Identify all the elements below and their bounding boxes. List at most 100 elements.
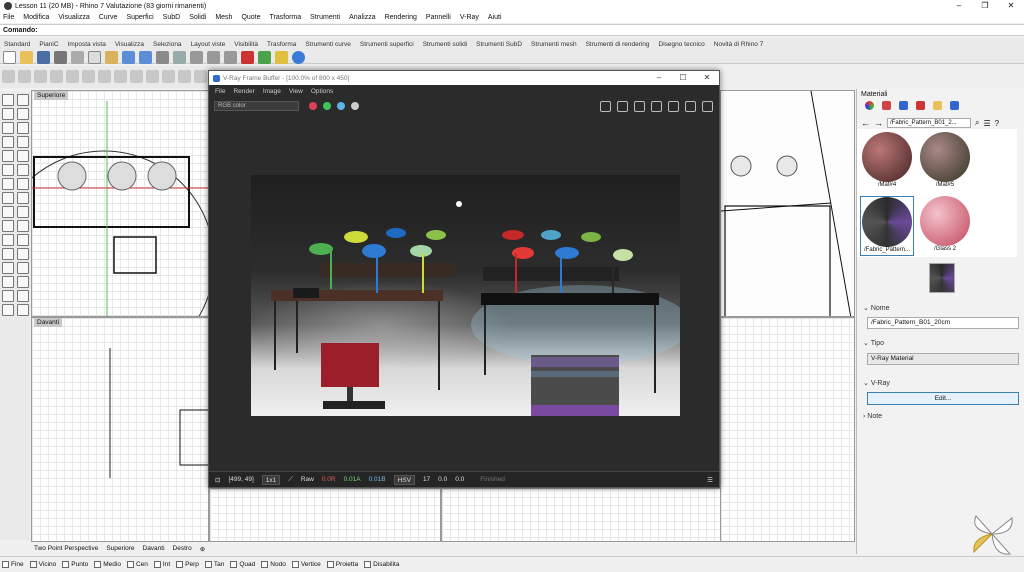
viewport-top-label[interactable]: Superiore: [34, 91, 69, 100]
color-picker-icon[interactable]: ⟋: [288, 476, 293, 484]
select-icon[interactable]: [2, 70, 15, 83]
tool-join-icon[interactable]: [2, 220, 14, 232]
textures-tab-icon[interactable]: [899, 101, 908, 110]
tool-array-icon[interactable]: [2, 262, 14, 274]
text-icon[interactable]: [130, 70, 143, 83]
tool-arc-icon[interactable]: [2, 136, 14, 148]
tool-line-icon[interactable]: [2, 108, 14, 120]
light-icon[interactable]: [275, 51, 288, 64]
snap-vertice[interactable]: Vertice: [291, 561, 321, 568]
checkbox[interactable]: [261, 561, 269, 568]
forward-icon[interactable]: →: [874, 118, 883, 128]
tool-dimension-icon[interactable]: [2, 276, 14, 288]
material-thumb-selected[interactable]: /Fabric_Pattern...: [860, 196, 914, 256]
layer-icon[interactable]: [258, 51, 271, 64]
tab-seleziona[interactable]: Seleziona: [153, 41, 182, 48]
tab-visibilita[interactable]: Visibilità: [234, 41, 258, 48]
raw-mode[interactable]: Raw: [301, 476, 314, 483]
paint-tab-icon[interactable]: [916, 101, 925, 110]
vfb-lock-icon[interactable]: ⊡: [215, 476, 220, 484]
snap-proietta[interactable]: Proietta: [326, 561, 358, 568]
curve-icon[interactable]: [50, 70, 63, 83]
tool-hatch-icon[interactable]: [2, 290, 14, 302]
back-icon[interactable]: ←: [861, 118, 870, 128]
menu-quote[interactable]: Quote: [241, 14, 260, 21]
alpha-channel-icon[interactable]: [351, 102, 359, 110]
print-icon[interactable]: [54, 51, 67, 64]
menu-subd[interactable]: SubD: [163, 14, 181, 21]
minimize-icon[interactable]: –: [946, 0, 972, 12]
menu-solidi[interactable]: Solidi: [189, 14, 206, 21]
tool-boolean-icon[interactable]: [2, 192, 14, 204]
checkbox[interactable]: [29, 561, 37, 568]
snap-vicino[interactable]: Vicino: [29, 561, 56, 568]
checkbox[interactable]: [126, 561, 134, 568]
tool-polyline-icon[interactable]: [17, 108, 29, 120]
command-line[interactable]: Comando:: [0, 24, 1024, 36]
point-icon[interactable]: [18, 70, 31, 83]
vfb-menu-options[interactable]: Options: [311, 88, 333, 95]
tab-two-point-perspective[interactable]: Two Point Perspective: [34, 545, 98, 552]
snap-cen[interactable]: Cen: [126, 561, 148, 568]
tool-circle-icon[interactable]: [17, 122, 29, 134]
snap-int[interactable]: Int: [153, 561, 170, 568]
vfb-menu-render[interactable]: Render: [233, 88, 254, 95]
vfb-minimize-icon[interactable]: –: [647, 71, 671, 85]
rectangle-icon[interactable]: [98, 70, 111, 83]
material-thumb[interactable]: /Glass 2: [918, 196, 972, 256]
tab-disegno-tecnico[interactable]: Disegno tecnico: [659, 41, 705, 48]
menu-vray[interactable]: V-Ray: [460, 14, 479, 21]
open-folder-icon[interactable]: [20, 51, 33, 64]
menu-pannelli[interactable]: Pannelli: [426, 14, 451, 21]
stop-render-icon[interactable]: [685, 101, 696, 112]
tool-split-icon[interactable]: [17, 206, 29, 218]
tool-explode-icon[interactable]: [17, 220, 29, 232]
environment-tab-icon[interactable]: [882, 101, 891, 110]
tab-strumenti-solidi[interactable]: Strumenti solidi: [423, 41, 467, 48]
mesh-icon[interactable]: [178, 70, 191, 83]
save-image-icon[interactable]: [600, 101, 611, 112]
snap-medio[interactable]: Medio: [94, 561, 121, 568]
rotate-view-icon[interactable]: [173, 51, 186, 64]
zoom-icon[interactable]: [190, 51, 203, 64]
tab-strumenti-subd[interactable]: Strumenti SubD: [476, 41, 522, 48]
zoom-extents-icon[interactable]: [224, 51, 237, 64]
menu-file[interactable]: File: [3, 14, 14, 21]
tool-mirror-icon[interactable]: [17, 248, 29, 260]
help-icon[interactable]: [292, 51, 305, 64]
rendered-view-icon[interactable]: [241, 51, 254, 64]
circle-icon[interactable]: [66, 70, 79, 83]
edit-button[interactable]: Edit...: [867, 392, 1019, 405]
checkbox[interactable]: [364, 561, 372, 568]
redo-icon[interactable]: [139, 51, 152, 64]
menu-trasforma[interactable]: Trasforma: [270, 14, 302, 21]
new-file-icon[interactable]: [3, 51, 16, 64]
vfb-title-bar[interactable]: V-Ray Frame Buffer - [100.0% of 800 x 45…: [209, 71, 719, 85]
checkbox[interactable]: [230, 561, 238, 568]
snap-quad[interactable]: Quad: [230, 561, 255, 568]
tool-trim-icon[interactable]: [2, 206, 14, 218]
pan-icon[interactable]: [156, 51, 169, 64]
viewport-top[interactable]: Superiore: [31, 90, 209, 317]
blue-channel-icon[interactable]: [337, 102, 345, 110]
tool-ellipse-icon[interactable]: [17, 136, 29, 148]
viewport-bottom-strip[interactable]: [441, 488, 721, 542]
tab-strumenti-superfici[interactable]: Strumenti superfici: [360, 41, 414, 48]
tab-visualizza[interactable]: Visualizza: [115, 41, 144, 48]
arc-icon[interactable]: [82, 70, 95, 83]
zoom-select[interactable]: 1x1: [261, 474, 281, 485]
add-viewport-tab-icon[interactable]: ⊕: [200, 545, 205, 553]
menu-curve[interactable]: Curve: [99, 14, 118, 21]
checkbox[interactable]: [326, 561, 334, 568]
history-icon[interactable]: [651, 101, 662, 112]
tool-surface-icon[interactable]: [2, 164, 14, 176]
viewport-perspective[interactable]: [720, 90, 855, 317]
menu-icon[interactable]: ☰: [983, 119, 990, 128]
render-teapot-icon[interactable]: [702, 101, 713, 112]
tab-standard[interactable]: Standard: [4, 41, 30, 48]
checkbox[interactable]: [291, 561, 299, 568]
vfb-menu-image[interactable]: Image: [263, 88, 281, 95]
tab-novita[interactable]: Novità di Rhino 7: [714, 41, 764, 48]
tab-superiore[interactable]: Superiore: [106, 545, 134, 552]
vfb-maximize-icon[interactable]: ☐: [671, 71, 695, 85]
